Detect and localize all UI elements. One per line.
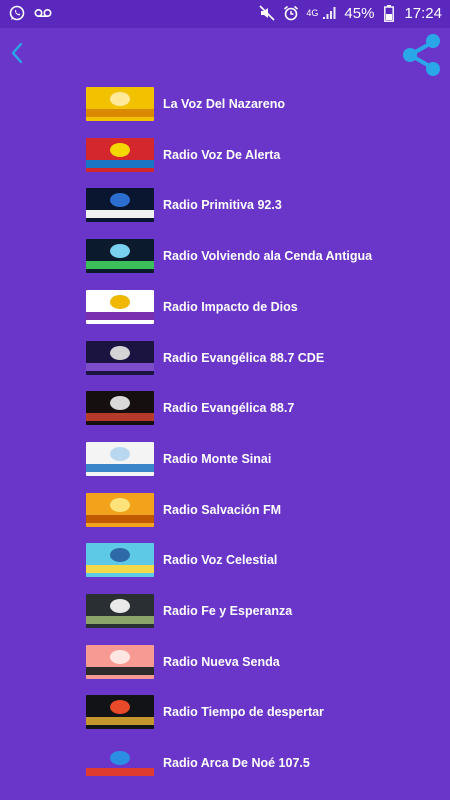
station-name: Radio Salvación FM — [163, 502, 282, 517]
station-item[interactable]: Radio Volviendo ala Cenda Antigua — [86, 236, 446, 276]
station-logo — [86, 340, 154, 375]
voicemail-icon — [34, 4, 52, 22]
network-type: 4G — [306, 7, 319, 18]
share-icon — [403, 34, 440, 76]
station-logo — [86, 391, 154, 426]
station-name: Radio Fe y Esperanza — [163, 604, 293, 618]
battery-percent: 45% — [344, 4, 375, 22]
station-logo — [86, 441, 154, 476]
station-name: Radio Voz De Alerta — [163, 147, 281, 162]
signal-icon — [320, 4, 338, 22]
alarm-icon — [282, 4, 300, 22]
station-item[interactable]: Radio Voz Celestial — [86, 540, 446, 580]
station-item[interactable]: Radio Arca De Noé 107.5 — [86, 743, 446, 783]
station-item[interactable]: Radio Evangélica 88.7 — [86, 388, 446, 428]
station-name: Radio Voz Celestial — [163, 553, 278, 568]
status-system: 4G 45% 17:24 — [258, 4, 442, 22]
station-item[interactable]: Radio Nueva Senda — [86, 642, 446, 682]
station-item[interactable]: Radio Tiempo de despertar — [86, 692, 446, 732]
station-name: Radio Nueva Senda — [163, 654, 280, 669]
station-item[interactable]: Radio Primitiva 92.3 — [86, 185, 446, 225]
station-item[interactable]: Radio Fe y Esperanza — [86, 591, 446, 631]
station-item[interactable]: Radio Monte Sinai — [86, 439, 446, 479]
status-bar: 4G 45% 17:24 — [0, 0, 450, 28]
mute-icon — [258, 4, 276, 22]
station-logo — [86, 239, 154, 274]
station-logo — [86, 746, 154, 781]
station-name: La Voz Del Nazareno — [163, 97, 286, 111]
station-name: Radio Volviendo ala Cenda Antigua — [163, 249, 373, 264]
station-item[interactable]: Radio Salvación FM — [86, 490, 446, 530]
station-name: Radio Impacto de Dios — [163, 299, 298, 314]
station-logo — [86, 492, 154, 527]
station-logo — [86, 289, 154, 324]
back-button[interactable] — [6, 38, 30, 68]
app-bar — [0, 28, 450, 80]
station-name: Radio Arca De Noé 107.5 — [163, 756, 310, 771]
share-button[interactable] — [400, 30, 444, 78]
station-logo — [86, 644, 154, 679]
station-logo — [86, 594, 154, 628]
battery-icon — [380, 4, 398, 22]
status-notifications — [8, 4, 52, 22]
chevron-left-icon — [11, 42, 23, 64]
station-item[interactable]: Radio Voz De Alerta — [86, 135, 446, 175]
station-item[interactable]: Radio Evangélica 88.7 CDE — [86, 338, 446, 378]
station-name: Radio Evangélica 88.7 — [163, 401, 295, 416]
whatsapp-icon — [8, 4, 26, 22]
station-item[interactable]: Radio Impacto de Dios — [86, 287, 446, 327]
station-logo — [86, 543, 154, 578]
station-logo — [86, 137, 154, 172]
station-name: Radio Monte Sinai — [163, 451, 272, 466]
station-logo — [86, 695, 154, 730]
station-name: Radio Evangélica 88.7 CDE — [163, 350, 325, 365]
station-item[interactable]: La Voz Del Nazareno — [86, 84, 446, 124]
station-name: Radio Primitiva 92.3 — [163, 198, 282, 213]
station-logo — [86, 188, 154, 223]
clock: 17:24 — [404, 4, 442, 22]
station-logo — [86, 87, 154, 121]
station-name: Radio Tiempo de despertar — [163, 705, 324, 720]
